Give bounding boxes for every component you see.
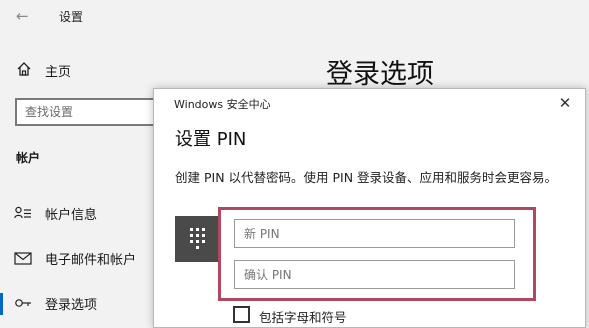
- sidebar-item-sign-in-options[interactable]: 登录选项: [12, 293, 152, 315]
- page-title: 登录选项: [326, 59, 434, 90]
- keypad-icon: [175, 216, 219, 262]
- confirm-pin-field[interactable]: [234, 260, 515, 289]
- nav-home-label: 主页: [45, 65, 72, 80]
- new-pin-input[interactable]: [235, 220, 514, 247]
- title-bar: [0, 0, 589, 32]
- sidebar-item-label: 电子邮件和帐户: [45, 253, 137, 268]
- sidebar-item-email-accounts[interactable]: 电子邮件和帐户: [12, 248, 152, 270]
- active-indicator: [0, 293, 3, 315]
- pin-fields-highlight: [218, 207, 536, 301]
- sidebar-item-label: 登录选项: [45, 298, 98, 313]
- dialog-title: 设置 PIN: [175, 129, 247, 150]
- new-pin-field[interactable]: [234, 219, 515, 248]
- person-list-icon: [14, 206, 31, 219]
- include-letters-checkbox[interactable]: [233, 306, 250, 323]
- search-input[interactable]: [17, 100, 163, 124]
- section-heading-accounts: 帐户: [16, 151, 41, 165]
- sidebar-item-account-info[interactable]: 帐户信息: [12, 203, 152, 225]
- confirm-pin-input[interactable]: [235, 261, 514, 288]
- key-icon: [15, 299, 31, 307]
- search-box[interactable]: [15, 98, 165, 126]
- sidebar-item-label: 帐户信息: [45, 208, 98, 223]
- include-letters-label[interactable]: 包括字母和符号: [259, 307, 347, 326]
- home-icon: [17, 62, 31, 76]
- back-arrow-icon[interactable]: ←: [16, 7, 29, 25]
- window-title: 设置: [59, 10, 84, 24]
- dialog-description: 创建 PIN 以代替密码。使用 PIN 登录设备、应用和服务时会更容易。: [175, 170, 558, 185]
- set-pin-dialog: Windows 安全中心 ✕ 设置 PIN 创建 PIN 以代替密码。使用 PI…: [153, 88, 586, 328]
- nav-home[interactable]: 主页: [12, 60, 152, 82]
- dialog-caption: Windows 安全中心: [174, 98, 271, 111]
- mail-icon: [14, 252, 32, 265]
- close-icon[interactable]: ✕: [556, 94, 574, 112]
